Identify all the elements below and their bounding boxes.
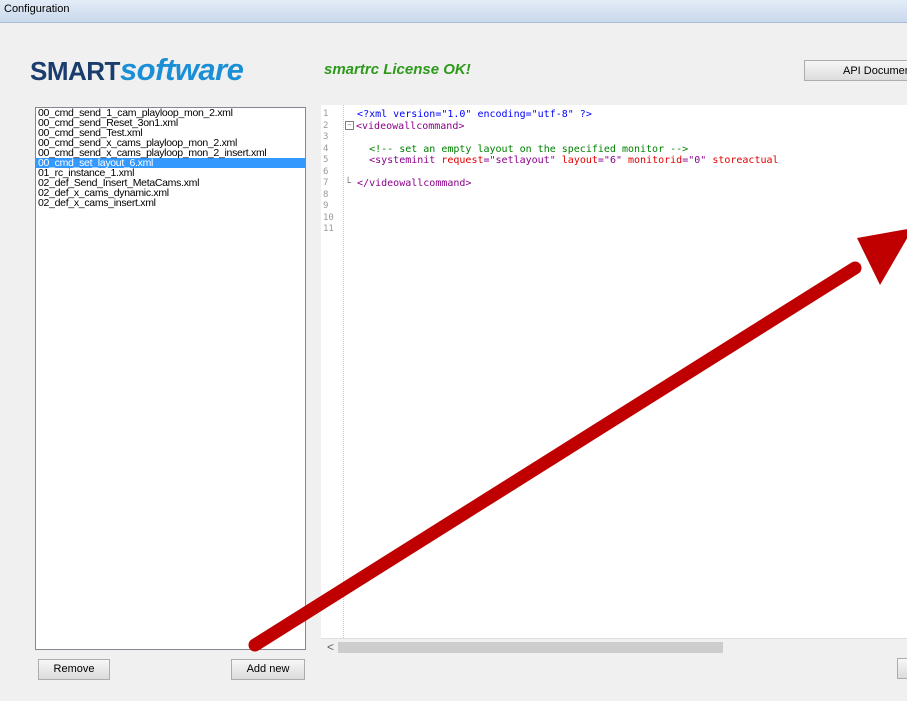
code-area[interactable]: <?xml version="1.0" encoding="utf-8" ?> … <box>345 109 779 190</box>
remove-button[interactable]: Remove <box>38 659 110 680</box>
code-line-5: <systeminit request="setlayout" layout="… <box>369 155 779 166</box>
license-status: smartrc License OK! <box>324 61 471 78</box>
logo-smart-text: SMART <box>30 56 120 86</box>
line-number: 2 <box>323 120 329 131</box>
save-button-partial[interactable] <box>897 658 907 679</box>
line-number: 5 <box>323 155 329 165</box>
line-number: 10 <box>323 212 334 223</box>
line-number-gutter: 1 2 3 4 5 6 7 8 9 10 11 <box>321 105 343 642</box>
file-list-item[interactable]: 02_def_x_cams_insert.xml <box>36 198 305 209</box>
line-number: 4 <box>323 143 329 154</box>
xml-editor[interactable]: 1 2 3 4 5 6 7 8 9 10 11 <?xml version="1.0" encodi… <box>321 105 907 655</box>
line-number: 11 <box>323 224 334 234</box>
scrollbar-thumb[interactable] <box>338 642 723 653</box>
line-number: 1 <box>323 109 329 119</box>
api-documentation-button[interactable]: API Documen <box>804 60 907 81</box>
add-new-button[interactable]: Add new <box>231 659 305 680</box>
code-line-7: └ </videowallcommand> <box>345 178 472 189</box>
line-number: 8 <box>323 189 329 200</box>
line-number: 9 <box>323 201 329 211</box>
logo-software-text: software <box>119 52 244 87</box>
code-line-4: <!-- set an empty layout on the specifie… <box>369 143 689 155</box>
fold-toggle-icon[interactable]: − <box>345 121 354 130</box>
code-line-2: − <videowallcommand> <box>345 121 779 133</box>
scroll-left-icon[interactable]: < <box>327 640 334 654</box>
line-number: 7 <box>323 178 329 188</box>
file-list[interactable]: 00_cmd_send_1_cam_playloop_mon_2.xml 00_c… <box>35 107 306 650</box>
window-title: Configuration <box>4 3 70 15</box>
line-number: 6 <box>323 166 329 177</box>
window-titlebar: Configuration <box>0 0 907 23</box>
smartsoftware-logo: SMARTsoftware <box>30 52 244 87</box>
line-number: 3 <box>323 132 329 142</box>
code-line-1: <?xml version="1.0" encoding="utf-8" ?> <box>357 109 592 120</box>
horizontal-scrollbar[interactable]: < <box>321 638 907 655</box>
